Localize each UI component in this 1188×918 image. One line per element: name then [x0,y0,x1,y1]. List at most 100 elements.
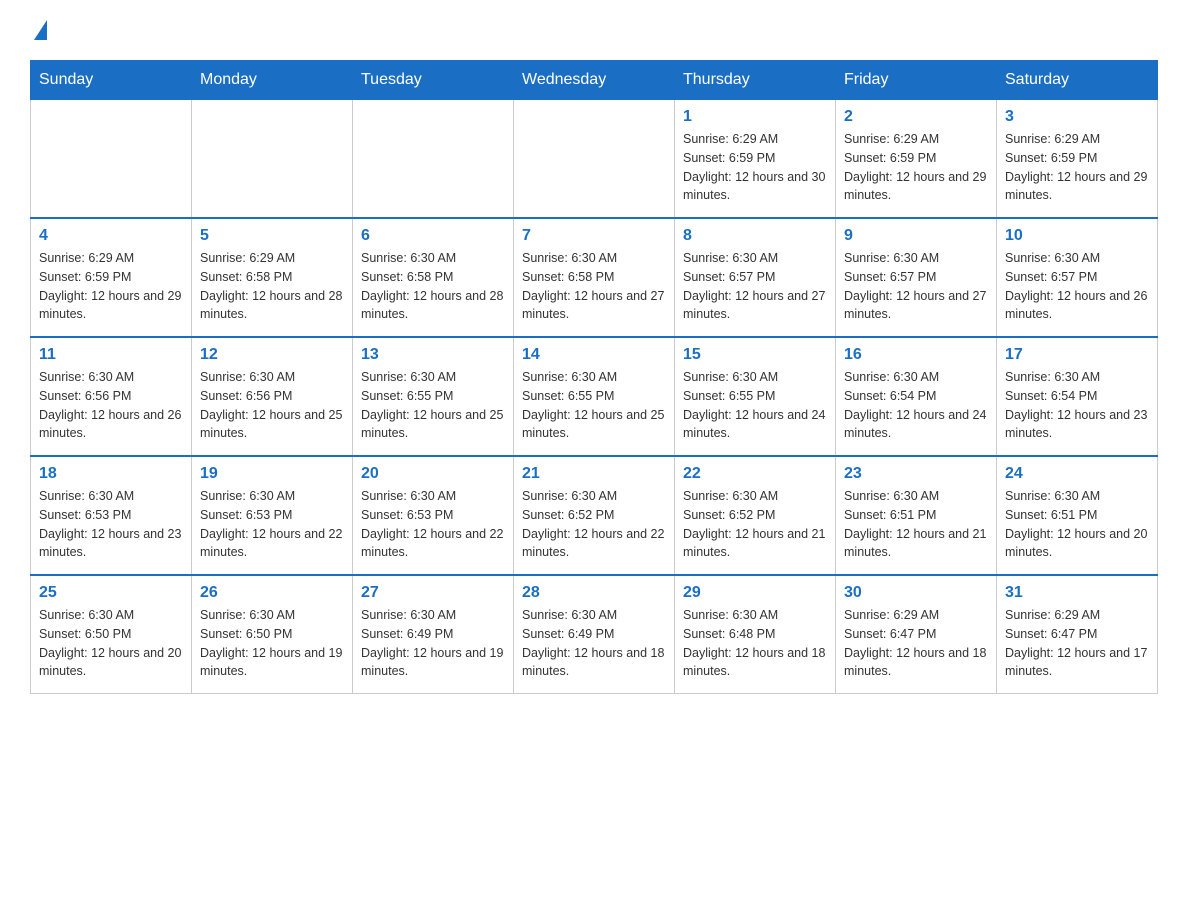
logo [30,20,47,40]
day-info: Sunrise: 6:30 AM Sunset: 6:53 PM Dayligh… [361,487,505,562]
weekday-header-wednesday: Wednesday [514,61,675,100]
weekday-header-monday: Monday [192,61,353,100]
day-number: 30 [844,584,988,602]
calendar-week-row: 18 Sunrise: 6:30 AM Sunset: 6:53 PM Dayli… [31,456,1158,575]
calendar-cell [514,100,675,219]
calendar-cell: 15 Sunrise: 6:30 AM Sunset: 6:55 PM Dayli… [675,337,836,456]
day-number: 27 [361,584,505,602]
calendar-cell: 21Sunrise: 6:30 AM Sunset: 6:52 PM Dayli… [514,456,675,575]
weekday-header-tuesday: Tuesday [353,61,514,100]
calendar-cell: 14 Sunrise: 6:30 AM Sunset: 6:55 PM Dayli… [514,337,675,456]
day-info: Sunrise: 6:30 AM Sunset: 6:57 PM Dayligh… [683,249,827,324]
weekday-header-sunday: Sunday [31,61,192,100]
day-number: 24 [1005,465,1149,483]
day-number: 12 [200,346,344,364]
day-info: Sunrise: 6:30 AM Sunset: 6:55 PM Dayligh… [683,368,827,443]
day-number: 25 [39,584,183,602]
day-number: 29 [683,584,827,602]
day-info: Sunrise: 6:30 AM Sunset: 6:57 PM Dayligh… [844,249,988,324]
calendar-cell: 13Sunrise: 6:30 AM Sunset: 6:55 PM Dayli… [353,337,514,456]
day-number: 17 [1005,346,1149,364]
day-number: 6 [361,227,505,245]
day-info: Sunrise: 6:30 AM Sunset: 6:53 PM Dayligh… [39,487,183,562]
day-number: 28 [522,584,666,602]
day-number: 14 [522,346,666,364]
day-number: 15 [683,346,827,364]
day-number: 16 [844,346,988,364]
day-info: Sunrise: 6:30 AM Sunset: 6:54 PM Dayligh… [844,368,988,443]
day-number: 7 [522,227,666,245]
calendar-cell: 7 Sunrise: 6:30 AM Sunset: 6:58 PM Daylig… [514,218,675,337]
day-info: Sunrise: 6:30 AM Sunset: 6:55 PM Dayligh… [522,368,666,443]
day-number: 19 [200,465,344,483]
day-info: Sunrise: 6:30 AM Sunset: 6:55 PM Dayligh… [361,368,505,443]
calendar-cell: 4 Sunrise: 6:29 AM Sunset: 6:59 PM Daylig… [31,218,192,337]
calendar-cell: 6 Sunrise: 6:30 AM Sunset: 6:58 PM Daylig… [353,218,514,337]
calendar-cell [192,100,353,219]
day-info: Sunrise: 6:30 AM Sunset: 6:56 PM Dayligh… [39,368,183,443]
day-number: 22 [683,465,827,483]
day-number: 5 [200,227,344,245]
day-number: 31 [1005,584,1149,602]
calendar-cell: 19 Sunrise: 6:30 AM Sunset: 6:53 PM Dayli… [192,456,353,575]
calendar-week-row: 4 Sunrise: 6:29 AM Sunset: 6:59 PM Daylig… [31,218,1158,337]
day-info: Sunrise: 6:29 AM Sunset: 6:59 PM Dayligh… [844,130,988,205]
calendar-cell: 26 Sunrise: 6:30 AM Sunset: 6:50 PM Dayli… [192,575,353,694]
calendar-cell: 31Sunrise: 6:29 AM Sunset: 6:47 PM Dayli… [997,575,1158,694]
day-info: Sunrise: 6:30 AM Sunset: 6:58 PM Dayligh… [522,249,666,324]
day-info: Sunrise: 6:30 AM Sunset: 6:49 PM Dayligh… [361,606,505,681]
calendar-week-row: 25 Sunrise: 6:30 AM Sunset: 6:50 PM Dayli… [31,575,1158,694]
weekday-header-friday: Friday [836,61,997,100]
calendar-cell [353,100,514,219]
calendar-cell: 29 Sunrise: 6:30 AM Sunset: 6:48 PM Dayli… [675,575,836,694]
calendar-cell: 12 Sunrise: 6:30 AM Sunset: 6:56 PM Dayli… [192,337,353,456]
day-number: 20 [361,465,505,483]
calendar-week-row: 11 Sunrise: 6:30 AM Sunset: 6:56 PM Dayli… [31,337,1158,456]
day-info: Sunrise: 6:29 AM Sunset: 6:47 PM Dayligh… [844,606,988,681]
day-number: 1 [683,108,827,126]
day-number: 18 [39,465,183,483]
calendar-cell: 23Sunrise: 6:30 AM Sunset: 6:51 PM Dayli… [836,456,997,575]
weekday-header-saturday: Saturday [997,61,1158,100]
logo-triangle-icon [34,20,47,40]
day-info: Sunrise: 6:30 AM Sunset: 6:49 PM Dayligh… [522,606,666,681]
calendar-cell: 25 Sunrise: 6:30 AM Sunset: 6:50 PM Dayli… [31,575,192,694]
day-number: 2 [844,108,988,126]
day-info: Sunrise: 6:30 AM Sunset: 6:50 PM Dayligh… [200,606,344,681]
calendar-cell: 9 Sunrise: 6:30 AM Sunset: 6:57 PM Daylig… [836,218,997,337]
day-number: 10 [1005,227,1149,245]
day-info: Sunrise: 6:30 AM Sunset: 6:51 PM Dayligh… [1005,487,1149,562]
calendar-cell: 10 Sunrise: 6:30 AM Sunset: 6:57 PM Dayli… [997,218,1158,337]
day-number: 26 [200,584,344,602]
calendar-cell: 16 Sunrise: 6:30 AM Sunset: 6:54 PM Dayli… [836,337,997,456]
calendar-header-row: SundayMondayTuesdayWednesdayThursdayFrid… [31,61,1158,100]
calendar-cell: 2 Sunrise: 6:29 AM Sunset: 6:59 PM Daylig… [836,100,997,219]
calendar-week-row: 1 Sunrise: 6:29 AM Sunset: 6:59 PM Daylig… [31,100,1158,219]
day-number: 3 [1005,108,1149,126]
calendar-cell: 1 Sunrise: 6:29 AM Sunset: 6:59 PM Daylig… [675,100,836,219]
day-info: Sunrise: 6:30 AM Sunset: 6:50 PM Dayligh… [39,606,183,681]
day-number: 9 [844,227,988,245]
weekday-header-thursday: Thursday [675,61,836,100]
calendar-cell: 11 Sunrise: 6:30 AM Sunset: 6:56 PM Dayli… [31,337,192,456]
day-number: 21 [522,465,666,483]
calendar-cell: 5Sunrise: 6:29 AM Sunset: 6:58 PM Daylig… [192,218,353,337]
page-header [30,20,1158,40]
day-info: Sunrise: 6:30 AM Sunset: 6:53 PM Dayligh… [200,487,344,562]
day-info: Sunrise: 6:30 AM Sunset: 6:48 PM Dayligh… [683,606,827,681]
calendar-cell: 28 Sunrise: 6:30 AM Sunset: 6:49 PM Dayli… [514,575,675,694]
day-number: 4 [39,227,183,245]
day-info: Sunrise: 6:30 AM Sunset: 6:57 PM Dayligh… [1005,249,1149,324]
day-info: Sunrise: 6:29 AM Sunset: 6:59 PM Dayligh… [683,130,827,205]
calendar-cell: 24 Sunrise: 6:30 AM Sunset: 6:51 PM Dayli… [997,456,1158,575]
day-info: Sunrise: 6:30 AM Sunset: 6:52 PM Dayligh… [683,487,827,562]
calendar-cell: 17Sunrise: 6:30 AM Sunset: 6:54 PM Dayli… [997,337,1158,456]
day-info: Sunrise: 6:29 AM Sunset: 6:59 PM Dayligh… [39,249,183,324]
day-info: Sunrise: 6:30 AM Sunset: 6:58 PM Dayligh… [361,249,505,324]
calendar-cell: 18 Sunrise: 6:30 AM Sunset: 6:53 PM Dayli… [31,456,192,575]
calendar-table: SundayMondayTuesdayWednesdayThursdayFrid… [30,60,1158,694]
calendar-cell: 22 Sunrise: 6:30 AM Sunset: 6:52 PM Dayli… [675,456,836,575]
day-number: 11 [39,346,183,364]
day-info: Sunrise: 6:30 AM Sunset: 6:56 PM Dayligh… [200,368,344,443]
calendar-cell: 30 Sunrise: 6:29 AM Sunset: 6:47 PM Dayli… [836,575,997,694]
